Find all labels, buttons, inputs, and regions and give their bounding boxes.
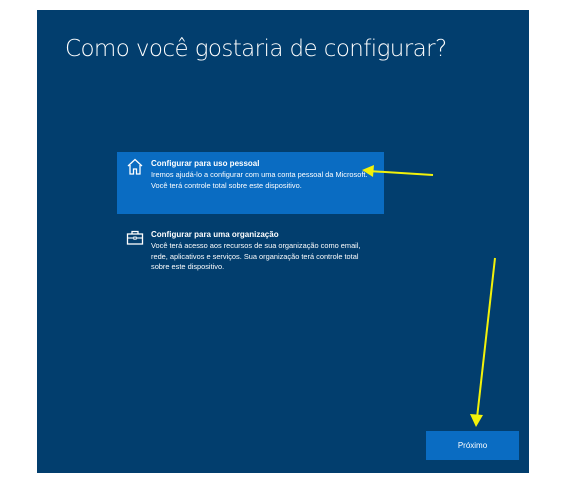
page-title: Como você gostaria de configurar? — [65, 36, 447, 62]
option-personal-title: Configurar para uso pessoal — [151, 159, 260, 168]
home-icon — [125, 157, 145, 177]
option-personal-use[interactable]: Configurar para uso pessoal Iremos ajudá… — [117, 152, 384, 214]
option-organization-title: Configurar para uma organização — [151, 230, 279, 239]
setup-screen: Como você gostaria de configurar? Config… — [37, 10, 529, 473]
next-button[interactable]: Próximo — [426, 431, 519, 460]
briefcase-icon — [125, 228, 145, 248]
option-organization-description: Você terá acesso aos recursos de sua org… — [151, 241, 361, 271]
option-personal-description: Iremos ajudá-lo a configurar com uma con… — [151, 170, 368, 190]
option-organization[interactable]: Configurar para uma organização Você ter… — [117, 223, 384, 293]
